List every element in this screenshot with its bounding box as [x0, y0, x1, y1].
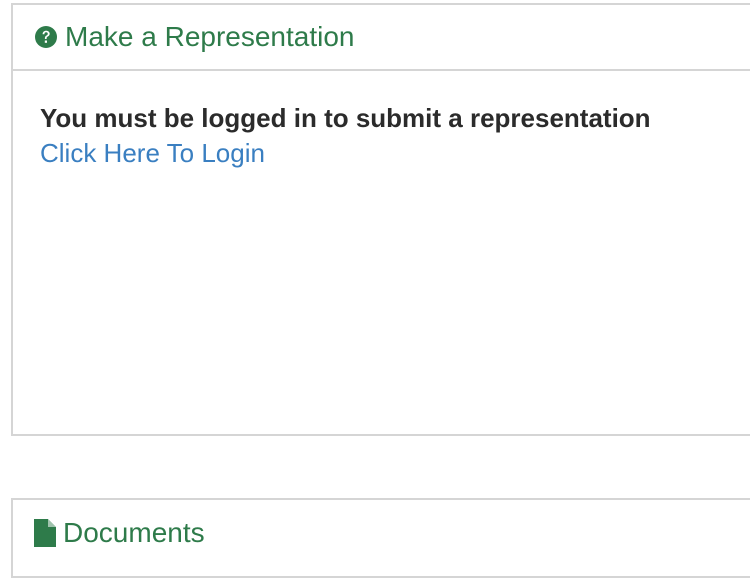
make-representation-body: You must be logged in to submit a repres… [13, 71, 750, 171]
documents-panel: Documents [11, 498, 750, 578]
make-representation-heading: Make a Representation [13, 5, 750, 71]
documents-title: Documents [63, 517, 205, 548]
documents-heading[interactable]: Documents [13, 500, 750, 566]
make-representation-title: Make a Representation [65, 21, 355, 52]
question-circle-icon [34, 25, 58, 49]
document-icon [34, 519, 56, 547]
login-link[interactable]: Click Here To Login [40, 135, 265, 171]
login-required-message: You must be logged in to submit a repres… [40, 103, 651, 133]
make-representation-panel: Make a Representation You must be logged… [11, 3, 750, 436]
